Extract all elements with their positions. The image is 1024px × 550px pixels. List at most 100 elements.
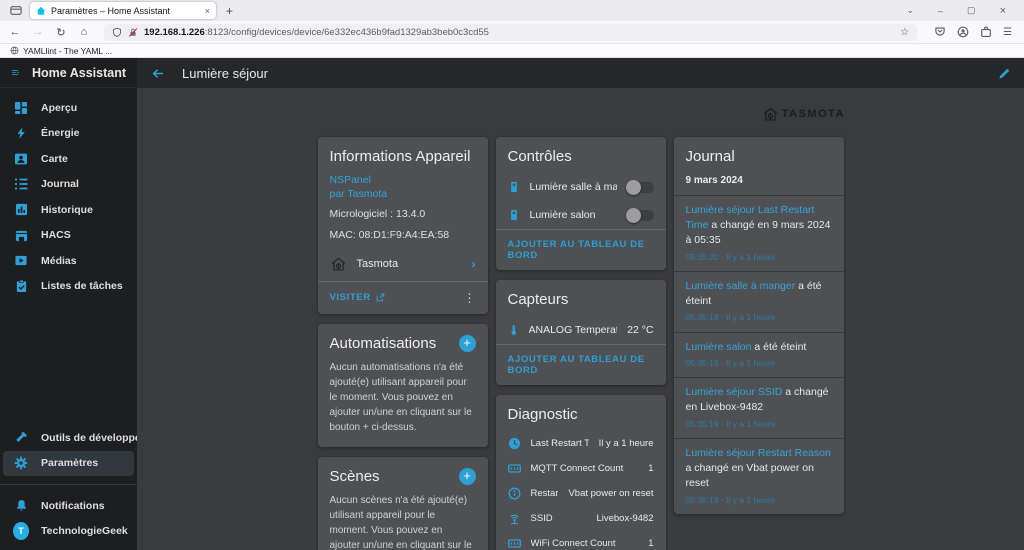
entity-value: 1 — [648, 463, 654, 474]
sidebar-item-journal[interactable]: Journal — [3, 172, 134, 198]
sidebar-item-notifications[interactable]: Notifications — [3, 493, 134, 519]
external-link-icon — [376, 293, 385, 302]
card-title: Scènes — [329, 467, 380, 485]
device-firmware: Micrologiciel : 13.4.0 — [329, 208, 426, 221]
home-icon[interactable]: ⌂ — [77, 26, 91, 38]
bell-icon — [13, 499, 29, 512]
entity-label[interactable]: Last Restart Time — [531, 438, 589, 449]
browser-navbar: ← → ↻ ⌂ 192.168.1.226:8123/config/device… — [0, 21, 1024, 44]
menu-icon[interactable]: ☰ — [1003, 27, 1012, 38]
entity-value: Il y a 1 heure — [598, 438, 654, 449]
entity-value: 1 — [648, 538, 654, 549]
journal-entry: Lumière salle à manger a été éteint 05:3… — [673, 270, 844, 332]
pocket-icon[interactable] — [934, 26, 946, 38]
journal-timestamp: 05:35:19 - Il y a 1 heure — [685, 357, 776, 368]
add-to-dashboard-button[interactable]: AJOUTER AU TABLEAU DE BORD — [508, 354, 654, 376]
window-close-icon[interactable]: × — [1000, 5, 1006, 17]
edit-pencil-icon[interactable] — [998, 67, 1011, 80]
device-manufacturer: par Tasmota — [329, 188, 388, 201]
entity-label[interactable]: ANALOG Temperature1 — [529, 324, 618, 336]
journal-timestamp: 05:35:20 - Il y a 1 heure — [685, 251, 776, 262]
info-icon — [508, 487, 520, 500]
dashboard-icon — [13, 101, 29, 115]
back-icon[interactable]: ← — [8, 26, 22, 38]
sidebar-item-historique[interactable]: Historique — [3, 197, 134, 223]
visit-button[interactable]: VISITER — [330, 292, 385, 303]
counter-icon — [507, 539, 521, 548]
entity-row: Restart Reason Vbat power on reset — [496, 481, 666, 506]
sidebar-item-carte[interactable]: Carte — [3, 146, 134, 172]
entity-link[interactable]: Lumière salle à manger — [686, 280, 796, 292]
clock-icon — [508, 437, 520, 450]
window-minimize-icon[interactable]: – — [938, 6, 943, 16]
lightning-bolt-icon — [13, 126, 29, 140]
sidebar-item-apercu[interactable]: Aperçu — [3, 95, 134, 121]
insecure-lock-icon[interactable] — [128, 27, 138, 38]
add-to-dashboard-button[interactable]: AJOUTER AU TABLEAU DE BORD — [508, 239, 654, 261]
sidebar-item-medias[interactable]: Médias — [3, 248, 134, 274]
bookmark-star-icon[interactable]: ☆ — [900, 27, 909, 38]
add-scene-button[interactable]: + — [458, 467, 476, 485]
url-bar[interactable]: 192.168.1.226:8123/config/devices/device… — [104, 23, 918, 41]
entity-link[interactable]: Lumière séjour Restart Reason — [686, 447, 831, 459]
sidebar-item-parametres[interactable]: Paramètres — [3, 450, 134, 476]
sidebar-menu-icon[interactable] — [11, 66, 19, 79]
globe-icon — [10, 46, 19, 55]
device-mac: MAC: 08:D1:F9:A4:EA:58 — [329, 228, 450, 241]
tab-close-icon[interactable]: × — [205, 6, 210, 16]
entity-label[interactable]: MQTT Connect Count — [531, 463, 639, 474]
entity-label[interactable]: SSID — [531, 513, 587, 524]
entity-row: WiFi Connect Count 1 — [496, 531, 666, 550]
new-tab-button[interactable]: + — [226, 4, 233, 18]
app-header: Lumière séjour — [137, 58, 1024, 88]
home-assistant-favicon — [36, 6, 46, 15]
sidebar-nav: Aperçu Énergie Carte Journal Historique … — [0, 88, 137, 299]
account-icon[interactable] — [957, 26, 969, 38]
extensions-icon[interactable] — [980, 26, 992, 38]
url-host: 192.168.1.226 — [144, 26, 205, 38]
person-badge-icon — [13, 152, 29, 166]
integration-row[interactable]: Tasmota › — [318, 246, 488, 281]
tab-title: Paramètres – Home Assistant — [51, 5, 171, 16]
entity-link[interactable]: Lumière salon — [686, 341, 752, 353]
entity-label[interactable]: Lumière salle à manger — [530, 181, 617, 193]
card-title: Journal — [685, 148, 735, 165]
shield-icon[interactable] — [112, 27, 122, 38]
toggle-switch[interactable] — [625, 179, 654, 195]
sidebar-item-label: Carte — [41, 152, 68, 165]
entity-row: MQTT Connect Count 1 — [496, 456, 666, 481]
back-arrow-icon[interactable] — [150, 67, 165, 80]
sidebar-item-label: Énergie — [41, 127, 80, 140]
entity-label[interactable]: Restart Reason — [531, 488, 559, 499]
window-maximize-icon[interactable]: ▢ — [967, 5, 976, 16]
sidebar-item-user[interactable]: T TechnologieGeek — [3, 519, 134, 545]
column-left: Informations Appareil NSPanel par Tasmot… — [317, 137, 488, 550]
sidebar-item-outils[interactable]: Outils de développement — [3, 425, 166, 451]
reload-icon[interactable]: ↻ — [54, 26, 68, 39]
sidebar-item-label: Aperçu — [41, 101, 78, 114]
entity-value: Vbat power on reset — [568, 488, 654, 499]
kebab-menu-icon[interactable]: ⋮ — [464, 291, 476, 305]
sidebar-item-hacs[interactable]: HACS — [3, 223, 134, 249]
firefox-view-icon[interactable] — [6, 3, 26, 18]
sensors-card: Capteurs ANALOG Temperature1 22 °C AJOUT… — [495, 280, 666, 385]
sidebar-item-listes[interactable]: Listes de tâches — [3, 274, 134, 300]
empty-text: Aucun automatisations n'a été ajouté(e) … — [329, 361, 472, 433]
bookmarks-bar: YAMLlint - The YAML ... — [0, 44, 1024, 58]
toggle-switch[interactable] — [625, 207, 654, 223]
thermometer-icon — [510, 325, 516, 335]
sidebar-item-energie[interactable]: Énergie — [3, 121, 134, 147]
tab-list-icon[interactable]: ⌄ — [906, 5, 914, 16]
entity-row: Lumière salle à manger — [496, 173, 666, 201]
bookmark-item[interactable]: YAMLlint - The YAML ... — [23, 46, 112, 56]
entity-label[interactable]: WiFi Connect Count — [531, 538, 639, 549]
add-automation-button[interactable]: + — [458, 334, 476, 352]
entity-link[interactable]: Lumière séjour SSID — [686, 386, 783, 398]
entity-label[interactable]: Lumière salon — [530, 209, 617, 221]
card-title: Automatisations — [329, 334, 437, 352]
url-text[interactable]: 192.168.1.226:8123/config/devices/device… — [144, 27, 489, 38]
hammer-icon — [13, 431, 29, 444]
entity-value: Livebox-9482 — [596, 513, 654, 524]
journal-entry: Lumière séjour Last Restart Time a chang… — [673, 195, 844, 271]
browser-tab[interactable]: Paramètres – Home Assistant × — [30, 2, 216, 19]
